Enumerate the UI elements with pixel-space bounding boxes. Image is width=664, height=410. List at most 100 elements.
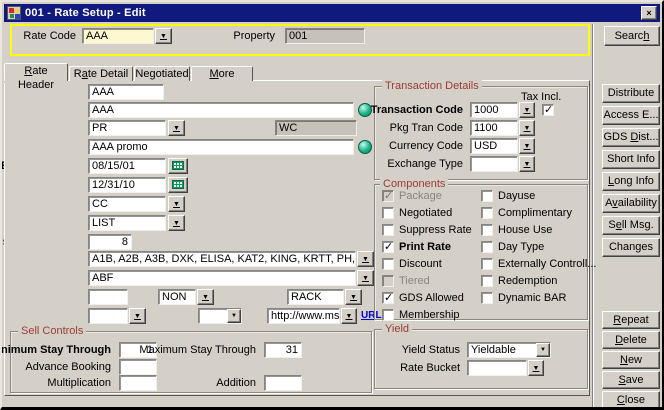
tab-negotiated[interactable]: Negotiated bbox=[134, 66, 190, 81]
rate-category-field[interactable]: PR bbox=[88, 120, 166, 136]
save-button[interactable]: Save bbox=[602, 371, 660, 389]
tab-more[interactable]: More bbox=[191, 66, 253, 81]
calendar-icon[interactable] bbox=[168, 158, 188, 174]
info-url-lov-button[interactable]: ▼ bbox=[341, 308, 357, 324]
search-button[interactable]: Search bbox=[604, 26, 660, 46]
begin-sell-date-field[interactable]: 08/15/01 bbox=[88, 158, 166, 174]
externally-controlled-checkbox[interactable] bbox=[481, 258, 493, 270]
short-info-button[interactable]: Short Info bbox=[602, 150, 660, 169]
rate-category-lov-button[interactable]: ▼ bbox=[168, 120, 185, 136]
advance-booking-field[interactable] bbox=[119, 359, 157, 375]
rate-code-top-field[interactable]: AAA bbox=[82, 28, 154, 44]
exchange-type-lov-button[interactable]: ▼ bbox=[519, 156, 535, 172]
max-stay-label: Maximum Stay Through bbox=[139, 344, 256, 357]
membership-checkbox[interactable] bbox=[382, 309, 394, 321]
source-field[interactable]: LIST bbox=[88, 215, 166, 231]
addition-field[interactable] bbox=[264, 375, 302, 391]
rate-code-field[interactable]: AAA bbox=[88, 84, 164, 100]
display-set-lov-button[interactable]: ▼ bbox=[345, 289, 362, 305]
rate-bucket-lov-button[interactable]: ▼ bbox=[528, 360, 544, 376]
rate-code-top-lov-button[interactable]: ▼ bbox=[155, 28, 172, 44]
long-info-button[interactable]: Long Info bbox=[602, 172, 660, 191]
suppress-rate-checkbox[interactable] bbox=[382, 224, 394, 236]
pkg-tran-code-field[interactable]: 1100 bbox=[470, 120, 518, 136]
close-icon[interactable]: × bbox=[641, 6, 657, 20]
code-field[interactable]: NON bbox=[158, 289, 196, 305]
package-checkbox bbox=[382, 190, 394, 202]
exchange-type-field[interactable] bbox=[470, 156, 518, 172]
package-checkbox-label: Package bbox=[399, 190, 442, 203]
changes-button[interactable]: Changes bbox=[602, 238, 660, 257]
dynamic-bar-checkbox[interactable] bbox=[481, 292, 493, 304]
dayuse-checkbox-label: Dayuse bbox=[498, 190, 535, 203]
rate-group-field[interactable] bbox=[88, 308, 128, 324]
transaction-code-field[interactable]: 1000 bbox=[470, 102, 518, 118]
discount-checkbox[interactable] bbox=[382, 258, 394, 270]
chevron-down-icon[interactable]: ▼ bbox=[536, 343, 550, 357]
yield-title: Yield bbox=[382, 323, 412, 335]
panel-divider bbox=[592, 24, 594, 408]
rate-group-lov-button[interactable]: ▼ bbox=[129, 308, 146, 324]
window-title: 001 - Rate Setup - Edit bbox=[25, 7, 641, 19]
complimentary-checkbox-label: Complimentary bbox=[498, 207, 572, 220]
transaction-code-lov-button[interactable]: ▼ bbox=[519, 102, 535, 118]
room-types-lov-button[interactable]: ▼ bbox=[357, 251, 374, 267]
dayuse-checkbox[interactable] bbox=[481, 190, 493, 202]
pkg-tran-code-lov-button[interactable]: ▼ bbox=[519, 120, 535, 136]
tiered-checkbox-label: Tiered bbox=[399, 275, 430, 288]
tax-incl-checkbox[interactable] bbox=[542, 104, 554, 116]
complimentary-checkbox[interactable] bbox=[481, 207, 493, 219]
tab-rate-detail[interactable]: Rate Detail bbox=[69, 66, 133, 81]
commission-field[interactable] bbox=[88, 289, 128, 305]
pkg-tran-code-label: Pkg Tran Code bbox=[390, 122, 463, 135]
delete-button[interactable]: Delete bbox=[602, 331, 660, 349]
distribute-button[interactable]: Distribute bbox=[602, 84, 660, 103]
chevron-down-icon[interactable]: ▼ bbox=[227, 309, 241, 323]
room-types-field[interactable]: A1B, A2B, A3B, DXK, ELISA, KAT2, KING, K… bbox=[88, 251, 356, 267]
market-lov-button[interactable]: ▼ bbox=[168, 196, 185, 212]
house-use-checkbox[interactable] bbox=[481, 224, 493, 236]
redemption-checkbox[interactable] bbox=[481, 275, 493, 287]
calendar-icon[interactable] bbox=[168, 177, 188, 193]
package-lov-button[interactable]: ▼ bbox=[357, 270, 374, 286]
repeat-button[interactable]: Repeat bbox=[602, 311, 660, 329]
house-use-checkbox-label: House Use bbox=[498, 224, 552, 237]
source-lov-button[interactable]: ▼ bbox=[168, 215, 185, 231]
multiplication-label: Multiplication bbox=[47, 377, 111, 390]
rate-level-combobox[interactable]: ▼ bbox=[198, 308, 242, 324]
gds-allowed-checkbox-label: GDS Allowed bbox=[399, 292, 464, 305]
day-type-checkbox[interactable] bbox=[481, 241, 493, 253]
folio-text-field[interactable]: AAA promo bbox=[88, 139, 354, 155]
gds-allowed-checkbox[interactable] bbox=[382, 292, 394, 304]
print-rate-checkbox[interactable] bbox=[382, 241, 394, 253]
code-lov-button[interactable]: ▼ bbox=[197, 289, 214, 305]
property-field: 001 bbox=[285, 28, 365, 44]
redemption-checkbox-label: Redemption bbox=[498, 275, 557, 288]
max-stay-field[interactable]: 31 bbox=[264, 342, 302, 358]
yield-status-combobox[interactable]: Yieldable▼ bbox=[467, 342, 551, 358]
package-field[interactable]: ABF bbox=[88, 270, 356, 286]
market-field[interactable]: CC bbox=[88, 196, 166, 212]
tiered-checkbox bbox=[382, 275, 394, 287]
negotiated-checkbox[interactable] bbox=[382, 207, 394, 219]
availability-button[interactable]: Availability bbox=[602, 194, 660, 213]
tab-rate-header[interactable]: Rate Header bbox=[4, 63, 68, 81]
rate-bucket-field[interactable] bbox=[467, 360, 527, 376]
access-exceptions-button[interactable]: Access E... bbox=[602, 106, 660, 125]
info-url-field[interactable]: http://www.ms bbox=[267, 308, 340, 324]
end-sell-date-field[interactable]: 12/31/10 bbox=[88, 177, 166, 193]
currency-code-lov-button[interactable]: ▼ bbox=[519, 138, 535, 154]
currency-code-field[interactable]: USD bbox=[470, 138, 518, 154]
sell-msg-button[interactable]: Sell Msg. bbox=[602, 216, 660, 235]
display-sequence-field[interactable]: 8 bbox=[88, 234, 132, 250]
description-field[interactable]: AAA bbox=[88, 102, 354, 118]
rate-class-field: WC bbox=[275, 120, 357, 136]
close-button[interactable]: Close bbox=[602, 391, 660, 409]
display-set-field[interactable]: RACK bbox=[287, 289, 344, 305]
new-button[interactable]: New bbox=[602, 351, 660, 369]
multiplication-field[interactable] bbox=[119, 375, 157, 391]
gds-distribution-button[interactable]: GDS Dist... bbox=[602, 128, 660, 147]
discount-checkbox-label: Discount bbox=[399, 258, 442, 271]
membership-checkbox-label: Membership bbox=[399, 309, 460, 322]
multi-language-icon[interactable] bbox=[358, 140, 372, 154]
